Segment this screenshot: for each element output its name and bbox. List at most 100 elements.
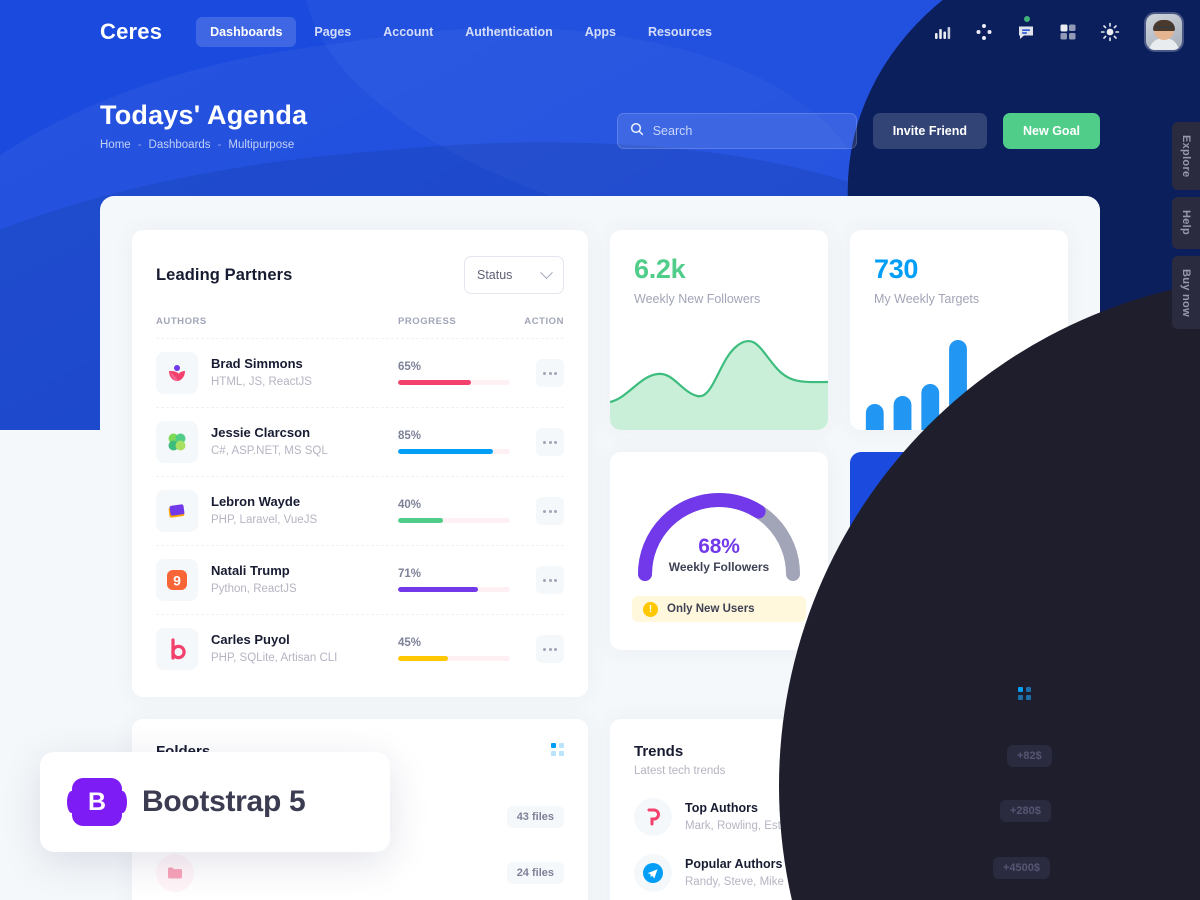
table-row: Lebron Wayde PHP, Laravel, VueJS 40%	[156, 476, 564, 545]
breadcrumb: Home - Dashboards - Multipurpose	[100, 139, 307, 151]
column-authors: AUTHORS	[156, 316, 207, 327]
checkbox-icon	[878, 579, 890, 591]
partner-identity: Jessie Clarcson C#, ASP.NET, MS SQL	[156, 421, 398, 463]
trends-grid-icon[interactable]	[1031, 743, 1044, 756]
partner-name: Brad Simmons	[211, 356, 303, 372]
table-row: Brad Simmons HTML, JS, ReactJS 65%	[156, 338, 564, 407]
nav-link-apps[interactable]: Apps	[571, 17, 630, 47]
progress-cell: 85%	[398, 430, 518, 454]
gauge-percent: 68%	[698, 535, 740, 558]
alert-text: Only New Users	[667, 603, 755, 615]
mid-cards-row: 68% Weekly Followers ! Only New Users Ce…	[610, 452, 1068, 650]
progress-track	[398, 380, 510, 385]
nav-right-icons	[932, 14, 1182, 50]
breadcrumb-dashboards[interactable]: Dashboards	[149, 139, 211, 151]
row-actions-button[interactable]	[536, 428, 564, 456]
leading-partners-header: Leading Partners Status	[132, 230, 588, 294]
sun-icon[interactable]	[1100, 22, 1120, 42]
leading-partners-title: Leading Partners	[156, 265, 293, 284]
row-actions-button[interactable]	[536, 566, 564, 594]
invite-friend-button[interactable]: Invite Friend	[872, 113, 988, 149]
side-tab-help[interactable]: Help	[1172, 197, 1200, 249]
breadcrumb-separator: -	[217, 139, 222, 151]
trends-list: Top Authors Mark, Rowling, Esther +82$ P…	[610, 777, 1068, 900]
partner-stack: Python, ReactJS	[211, 583, 297, 596]
trend-name: Top Authors	[685, 801, 758, 815]
nav-link-dashboards[interactable]: Dashboards	[196, 17, 297, 47]
partner-identity: 9 Natali Trump Python, ReactJS	[156, 559, 398, 601]
partners-table: AUTHORS PROGRESS ACTION Brad Simmons HTM…	[132, 294, 588, 697]
folder-file-count: 24 files	[506, 862, 564, 884]
trend-amount: +280$	[993, 862, 1044, 884]
avatar-glasses	[1154, 26, 1174, 32]
partner-name: Lebron Wayde	[211, 494, 301, 510]
gauge-labels: 68% Weekly Followers	[629, 535, 809, 574]
table-row: Carles Puyol PHP, SQLite, Artisan CLI 45…	[156, 614, 564, 683]
progress-fill	[398, 449, 494, 454]
my-weekly-targets-card: 730 My Weekly Targets	[850, 230, 1068, 430]
action-cell	[518, 497, 564, 525]
progress-value: 40%	[398, 499, 422, 511]
progress-value: 85%	[398, 430, 422, 442]
progress-value: 71%	[398, 568, 422, 580]
bootstrap-badge-text: Bootstrap 5	[142, 785, 306, 818]
progress-fill	[398, 380, 471, 385]
user-avatar[interactable]	[1146, 14, 1182, 50]
partner-identity: Carles Puyol PHP, SQLite, Artisan CLI	[156, 628, 398, 670]
left-column: Leading Partners Status AUTHORS PROGRESS…	[132, 230, 588, 697]
progress-fill	[398, 587, 478, 592]
telegram-icon	[634, 854, 672, 892]
status-select[interactable]: Status	[464, 256, 564, 294]
trends-subtitle: Latest tech trends	[634, 765, 726, 777]
nav-link-pages[interactable]: Pages	[300, 17, 365, 47]
chart-bar-icon[interactable]	[932, 22, 952, 42]
stat-value: 730	[874, 254, 919, 284]
plurk-icon	[634, 798, 672, 836]
beats-icon	[156, 628, 198, 670]
nav-links: Dashboards Pages Account Authentication …	[196, 17, 726, 47]
breadcrumb-home[interactable]: Home	[100, 139, 131, 151]
trends-card: Trends Latest tech trends Top Authors Ma…	[610, 719, 1068, 900]
trend-amount: +82$	[999, 806, 1044, 828]
side-tab-explore[interactable]: Explore	[1172, 122, 1200, 191]
list-item[interactable]: 24 files	[156, 845, 564, 900]
search-box[interactable]	[616, 113, 857, 149]
page-title: Todays' Agenda	[100, 100, 308, 130]
folders-grid-icon[interactable]	[551, 743, 564, 756]
gauge-chart: 68% Weekly Followers	[629, 478, 809, 582]
bloom-icon	[156, 352, 198, 394]
right-column: 6.2k Weekly New Followers 730 My Weekly …	[610, 230, 1068, 697]
row-actions-button[interactable]	[536, 359, 564, 387]
nav-link-account[interactable]: Account	[369, 17, 447, 47]
chevron-down-icon	[540, 265, 553, 279]
new-goal-button[interactable]: New Goal	[1003, 113, 1100, 149]
nav-link-resources[interactable]: Resources	[634, 17, 726, 47]
trends-header: Trends Latest tech trends	[610, 719, 1068, 777]
row-actions-button[interactable]	[536, 635, 564, 663]
svg-text:9: 9	[173, 573, 181, 589]
leading-partners-card: Leading Partners Status AUTHORS PROGRESS…	[132, 230, 588, 697]
nav-link-authentication[interactable]: Authentication	[451, 17, 567, 47]
search-input[interactable]	[652, 124, 844, 138]
trend-desc: Mark, Rowling, Esther	[685, 819, 798, 832]
partner-identity: Brad Simmons HTML, JS, ReactJS	[156, 352, 398, 394]
sparkle-icon[interactable]	[974, 22, 994, 42]
progress-value: 65%	[398, 361, 422, 373]
grid-icon[interactable]	[1058, 22, 1078, 42]
notification-dot	[1024, 16, 1030, 22]
side-tab-buy-now[interactable]: Buy now	[1172, 255, 1200, 330]
list-item[interactable]: Top Authors Mark, Rowling, Esther +82$	[634, 789, 1044, 845]
column-progress: PROGRESS	[398, 316, 457, 327]
clover-icon	[156, 421, 198, 463]
row-actions-button[interactable]	[536, 497, 564, 525]
brand-logo[interactable]: Ceres	[100, 19, 162, 45]
stat-label: Weekly New Followers	[634, 292, 761, 306]
partner-identity: Lebron Wayde PHP, Laravel, VueJS	[156, 490, 398, 532]
partner-stack: PHP, Laravel, VueJS	[211, 514, 318, 527]
exclamation-icon: !	[643, 601, 658, 617]
chat-icon[interactable]	[1016, 16, 1036, 42]
progress-track	[398, 518, 510, 523]
list-item[interactable]: Popular Authors Randy, Steve, Mike +280$	[634, 845, 1044, 900]
partner-stack: PHP, SQLite, Artisan CLI	[211, 652, 338, 665]
weekly-new-followers-card: 6.2k Weekly New Followers	[610, 230, 828, 430]
